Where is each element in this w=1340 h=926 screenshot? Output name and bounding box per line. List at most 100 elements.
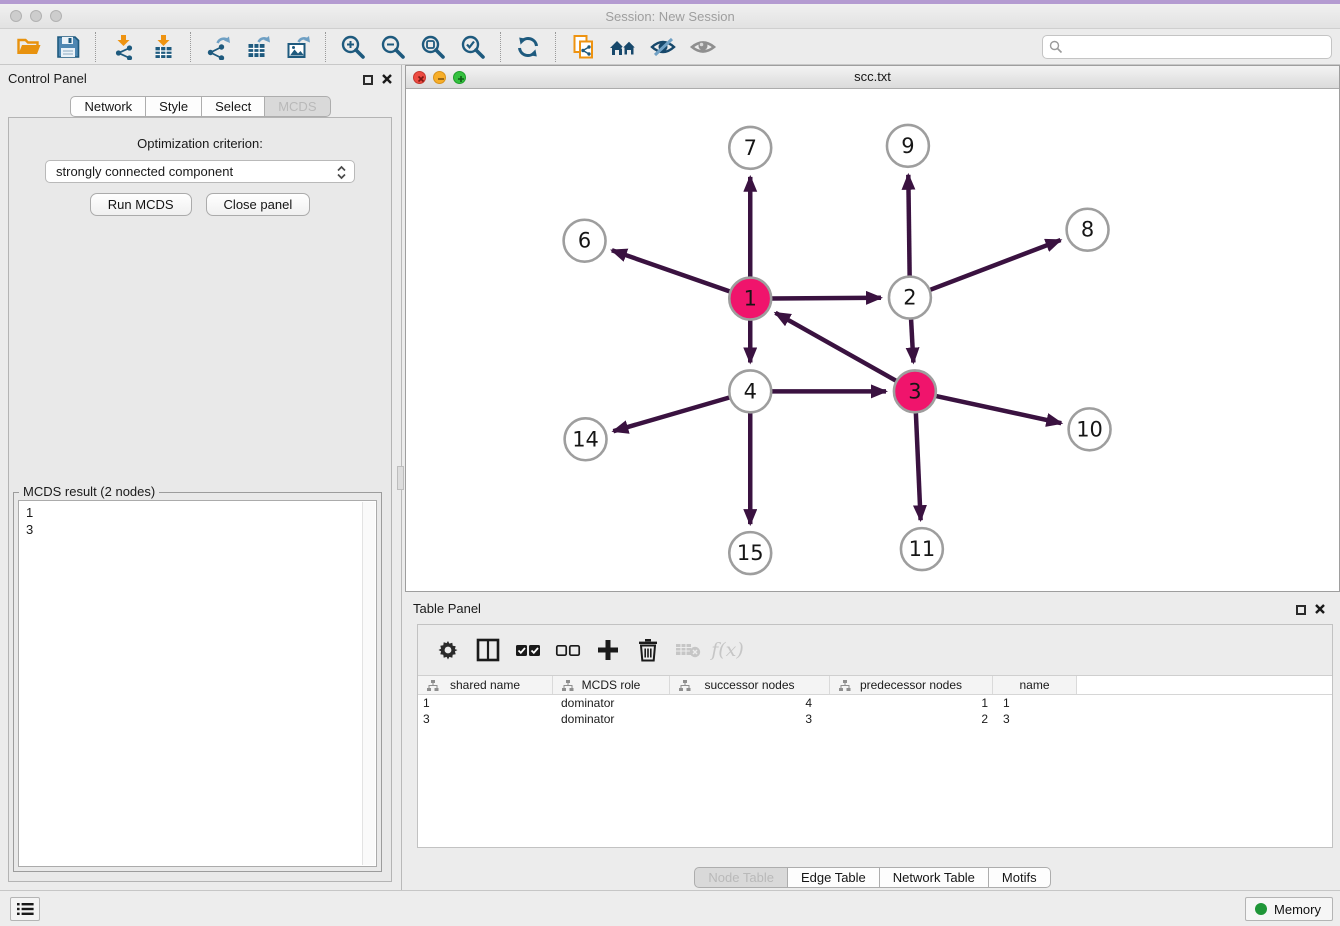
toolbar-separator: [325, 32, 326, 62]
column-header-shared-name[interactable]: shared name: [418, 676, 553, 694]
graph-edge-1-6[interactable]: [612, 250, 732, 292]
first-neighbors-icon[interactable]: [603, 31, 643, 63]
network-canvas[interactable]: 7 9 6 8 1 2 4 3 14 10 15 11: [406, 90, 1339, 591]
tab-motifs[interactable]: Motifs: [989, 867, 1051, 888]
tab-node-table[interactable]: Node Table: [694, 867, 788, 888]
graph-node-4[interactable]: 4: [729, 370, 771, 412]
tab-edge-table[interactable]: Edge Table: [788, 867, 880, 888]
graph-node-10[interactable]: 10: [1069, 408, 1111, 450]
mcds-result-scrollbar[interactable]: [362, 502, 375, 865]
tab-network[interactable]: Network: [70, 96, 146, 117]
zoom-selected-icon[interactable]: [453, 31, 493, 63]
graph-edge-1-2[interactable]: [770, 298, 881, 299]
titlebar: Session: New Session: [0, 4, 1340, 29]
criterion-dropdown[interactable]: strongly connected component: [45, 160, 355, 183]
show-graphics-details-icon[interactable]: [683, 31, 723, 63]
svg-text:14: 14: [572, 427, 599, 451]
graph-node-7[interactable]: 7: [729, 127, 771, 169]
graph-edge-2-3[interactable]: [911, 318, 913, 363]
float-table-panel-icon[interactable]: [1296, 605, 1306, 615]
float-panel-icon[interactable]: [363, 75, 373, 85]
memory-button[interactable]: Memory: [1245, 897, 1333, 921]
main-toolbar: [0, 30, 1340, 65]
column-header-successor-nodes[interactable]: successor nodes: [670, 676, 830, 694]
table-cell[interactable]: 1: [993, 695, 1077, 711]
graph-node-9[interactable]: 9: [887, 125, 929, 167]
mcds-result-box[interactable]: 1 3: [18, 500, 377, 867]
task-history-button[interactable]: [10, 897, 40, 921]
save-session-icon[interactable]: [48, 31, 88, 63]
graph-edge-2-9[interactable]: [908, 175, 909, 278]
run-mcds-button[interactable]: Run MCDS: [90, 193, 192, 216]
network-maximize-button[interactable]: [453, 71, 466, 84]
deselect-all-icon[interactable]: [550, 632, 585, 668]
table-cell[interactable]: 3: [993, 711, 1077, 727]
table-row[interactable]: 1dominator411: [418, 695, 1332, 711]
table-cell[interactable]: 2: [830, 711, 993, 727]
delete-row-icon[interactable]: [630, 632, 665, 668]
zoom-out-icon[interactable]: [373, 31, 413, 63]
criterion-dropdown-value: strongly connected component: [56, 164, 233, 179]
table-panel-title: Table Panel: [413, 601, 481, 616]
tab-style[interactable]: Style: [146, 96, 202, 117]
open-file-icon[interactable]: [8, 31, 48, 63]
mcds-result-text: 1 3: [20, 502, 360, 865]
graph-edge-4-14[interactable]: [613, 397, 731, 431]
hide-graphics-details-icon[interactable]: [643, 31, 683, 63]
graph-node-15[interactable]: 15: [729, 532, 771, 574]
close-panel-icon[interactable]: [381, 73, 393, 85]
export-image-icon[interactable]: [278, 31, 318, 63]
show-columns-icon[interactable]: [470, 632, 505, 668]
graph-node-14[interactable]: 14: [565, 418, 607, 460]
tab-select[interactable]: Select: [202, 96, 265, 117]
control-panel-title: Control Panel: [8, 71, 87, 86]
column-header-MCDS-role[interactable]: MCDS role: [553, 676, 670, 694]
add-row-icon[interactable]: [590, 632, 625, 668]
toolbar-separator: [500, 32, 501, 62]
close-table-panel-icon[interactable]: [1314, 603, 1326, 615]
refresh-icon[interactable]: [508, 31, 548, 63]
close-window-button[interactable]: [10, 10, 22, 22]
table-cell[interactable]: 1: [830, 695, 993, 711]
table-cell[interactable]: 3: [418, 711, 553, 727]
graph-node-8[interactable]: 8: [1067, 209, 1109, 251]
graph-node-11[interactable]: 11: [901, 528, 943, 570]
zoom-in-icon[interactable]: [333, 31, 373, 63]
network-close-button[interactable]: [413, 71, 426, 84]
zoom-fit-icon[interactable]: [413, 31, 453, 63]
column-header-predecessor-nodes[interactable]: predecessor nodes: [830, 676, 993, 694]
close-panel-button[interactable]: Close panel: [206, 193, 311, 216]
table-cell[interactable]: dominator: [553, 711, 670, 727]
svg-text:9: 9: [901, 134, 914, 158]
graph-node-1[interactable]: 1: [729, 278, 771, 320]
splitter-handle[interactable]: [397, 466, 404, 490]
table-header-row: shared nameMCDS rolesuccessor nodesprede…: [418, 675, 1332, 695]
export-table-icon[interactable]: [238, 31, 278, 63]
select-all-icon[interactable]: [510, 632, 545, 668]
graph-edge-3-11[interactable]: [916, 411, 921, 520]
column-header-name[interactable]: name: [993, 676, 1077, 694]
import-table-icon[interactable]: [143, 31, 183, 63]
graph-edge-3-1[interactable]: [775, 313, 897, 382]
graph-node-6[interactable]: 6: [564, 220, 606, 262]
search-input[interactable]: [1042, 35, 1332, 59]
table-cell[interactable]: 3: [670, 711, 830, 727]
table-cell[interactable]: dominator: [553, 695, 670, 711]
tab-mcds[interactable]: MCDS: [265, 96, 330, 117]
table-row[interactable]: 3dominator323: [418, 711, 1332, 727]
graph-node-2[interactable]: 2: [889, 277, 931, 319]
import-network-icon[interactable]: [103, 31, 143, 63]
graph-edge-3-10[interactable]: [934, 396, 1061, 424]
minimize-window-button[interactable]: [30, 10, 42, 22]
network-minimize-button[interactable]: [433, 71, 446, 84]
table-cell[interactable]: 4: [670, 695, 830, 711]
duplicate-network-icon[interactable]: [563, 31, 603, 63]
tab-network-table[interactable]: Network Table: [880, 867, 989, 888]
search-field-wrap: [1042, 35, 1332, 59]
graph-node-3[interactable]: 3: [894, 370, 936, 412]
graph-edge-2-8[interactable]: [929, 240, 1061, 290]
table-settings-icon[interactable]: [430, 632, 465, 668]
export-network-icon[interactable]: [198, 31, 238, 63]
maximize-window-button[interactable]: [50, 10, 62, 22]
table-cell[interactable]: 1: [418, 695, 553, 711]
